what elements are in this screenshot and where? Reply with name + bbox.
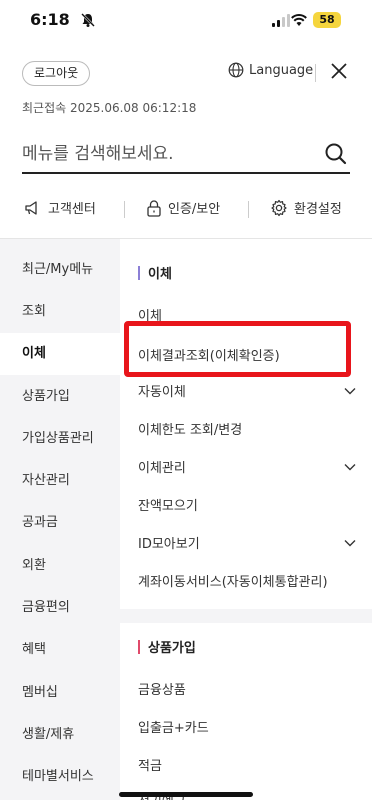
customer-center-label: 고객센터 <box>48 202 96 217</box>
submenu-item-label: 금융상품 <box>138 683 186 698</box>
sidebar-item-label: 최근/My메뉴 <box>22 262 94 277</box>
group-title: 상품가입 <box>148 641 196 656</box>
last-login-text: 최근접속 2025.06.08 06:12:18 <box>22 101 197 115</box>
chevron-down-icon <box>344 539 356 546</box>
sidebar-item-asset-management[interactable]: 자산관리 <box>0 460 120 502</box>
sidebar-item-life-partnership[interactable]: 생활/제휴 <box>0 714 120 756</box>
submenu-item-label: 잔액모으기 <box>138 499 198 514</box>
sidebar-item-product-management[interactable]: 가입상품관리 <box>0 418 120 460</box>
sidebar-item-benefits[interactable]: 혜택 <box>0 629 120 671</box>
status-time: 6:18 <box>30 10 70 29</box>
sidebar-item-label: 외환 <box>22 558 46 573</box>
close-icon[interactable] <box>330 62 348 84</box>
header-divider <box>315 64 316 82</box>
submenu-item-financial-products[interactable]: 금융상품 <box>138 679 360 698</box>
submenu-item-label: 입출금+카드 <box>138 721 209 736</box>
home-indicator <box>119 792 253 797</box>
sidebar-item-label: 생활/제휴 <box>22 727 75 742</box>
sidebar-item-label: 가입상품관리 <box>22 431 94 446</box>
group-header-product-signup: 상품가입 <box>138 637 196 656</box>
megaphone-icon <box>25 200 37 215</box>
quick-menu: 고객센터 인증/보안 환경설정 <box>0 198 372 222</box>
highlight-annotation <box>124 321 351 377</box>
group-accent-bar <box>138 639 140 654</box>
wifi-icon <box>290 12 308 31</box>
logout-button[interactable]: 로그아웃 <box>22 61 91 86</box>
bell-off-icon <box>80 12 96 32</box>
sidebar-item-membership[interactable]: 멤버십 <box>0 672 120 714</box>
sidebar-item-label: 상품가입 <box>22 389 70 404</box>
quick-menu-divider <box>248 201 249 218</box>
submenu-item-label: ID모아보기 <box>138 537 200 552</box>
sidebar-item-foreign-exchange[interactable]: 외환 <box>0 545 120 587</box>
auth-security-button[interactable]: 인증/보안 <box>146 198 220 217</box>
chevron-down-icon <box>344 463 356 470</box>
submenu-item-label: 자동이체 <box>138 385 186 400</box>
submenu-item-label: 계좌이동서비스(자동이체통합관리) <box>138 575 328 590</box>
quick-menu-divider <box>124 201 125 218</box>
submenu-item-auto-transfer[interactable]: 자동이체 <box>138 381 360 400</box>
submenu-item-installment-savings[interactable]: 적금 <box>138 755 360 774</box>
sidebar-item-label: 이체 <box>22 346 46 361</box>
status-bar: 6:18 58 <box>0 0 372 44</box>
sidebar-item-label: 멤버십 <box>22 685 58 700</box>
sidebar-item-theme-services[interactable]: 테마별서비스 <box>0 756 120 798</box>
group-title: 이체 <box>148 267 172 282</box>
sidebar-item-utility-bills[interactable]: 공과금 <box>0 502 120 544</box>
submenu-item-label: 이체관리 <box>138 461 186 476</box>
submenu-item-id-collection[interactable]: ID모아보기 <box>138 533 360 552</box>
globe-icon <box>228 62 244 78</box>
sidebar-item-transfer[interactable]: 이체 <box>0 333 120 375</box>
group-separator <box>120 609 372 623</box>
search-input[interactable] <box>22 138 312 170</box>
sidebar-item-product-signup[interactable]: 상품가입 <box>0 376 120 418</box>
group-header-transfer: 이체 <box>138 263 172 282</box>
submenu-item-account-switch-service[interactable]: 계좌이동서비스(자동이체통합관리) <box>138 571 360 590</box>
battery-indicator: 58 <box>313 12 341 28</box>
search-icon[interactable] <box>324 142 348 170</box>
submenu-item-label: 이체한도 조회/변경 <box>138 423 243 438</box>
submenu-item-transfer-management[interactable]: 이체관리 <box>138 457 360 476</box>
gear-icon <box>271 199 287 216</box>
chevron-down-icon <box>344 387 356 394</box>
settings-button[interactable]: 환경설정 <box>270 198 342 217</box>
sidebar-item-label: 금융편의 <box>22 600 70 615</box>
submenu-item-balance-collect[interactable]: 잔액모으기 <box>138 495 360 514</box>
submenu-item-label: 적금 <box>138 759 162 774</box>
group-accent-bar <box>138 265 140 280</box>
cell-signal-icon <box>272 14 290 27</box>
lock-icon <box>147 199 161 217</box>
sidebar-item-label: 자산관리 <box>22 473 70 488</box>
language-selector[interactable]: Language <box>228 62 313 78</box>
customer-center-button[interactable]: 고객센터 <box>24 198 96 217</box>
sidebar-item-recent-my-menu[interactable]: 최근/My메뉴 <box>0 249 120 291</box>
auth-security-label: 인증/보안 <box>168 202 221 217</box>
sidebar-item-inquiry[interactable]: 조회 <box>0 291 120 333</box>
sidebar-item-financial-convenience[interactable]: 금융편의 <box>0 587 120 629</box>
sidebar-item-label: 혜택 <box>22 642 46 657</box>
submenu-item-deposit-card[interactable]: 입출금+카드 <box>138 717 360 736</box>
sidebar-item-label: 조회 <box>22 304 46 319</box>
language-label: Language <box>249 62 314 78</box>
submenu-item-transfer-limit[interactable]: 이체한도 조회/변경 <box>138 419 360 438</box>
sidebar-item-label: 공과금 <box>22 515 58 530</box>
settings-label: 환경설정 <box>294 202 342 217</box>
search-box <box>22 138 350 174</box>
sidebar-item-label: 테마별서비스 <box>22 769 94 784</box>
category-sidebar: 최근/My메뉴 조회 이체 상품가입 가입상품관리 자산관리 공과금 외환 금융… <box>0 239 120 800</box>
